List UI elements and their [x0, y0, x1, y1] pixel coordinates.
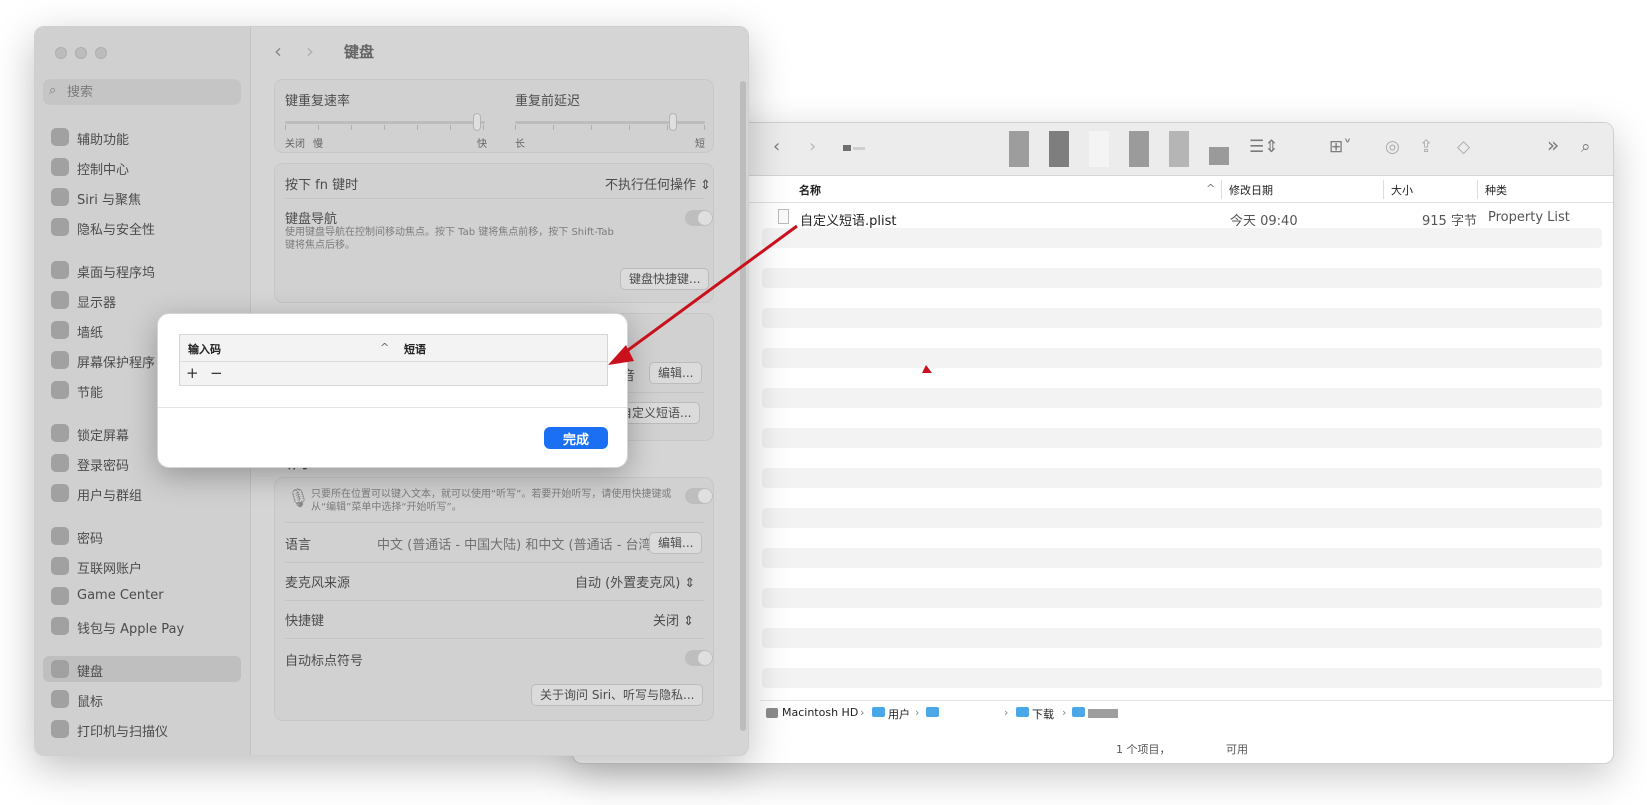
folder-title-redacted-2 [853, 147, 865, 150]
folder-icon [1072, 707, 1085, 717]
disk-icon [766, 708, 778, 718]
col-phrase[interactable]: 短语 [404, 341, 426, 357]
group-icon[interactable]: ⊞˅ [1329, 137, 1352, 157]
col-modified[interactable]: 修改日期 [1229, 182, 1273, 198]
replacement-table[interactable]: 输入码 ^ 短语 + − [179, 334, 608, 386]
add-button[interactable]: + [186, 364, 199, 382]
file-size: 915 字节 [1422, 214, 1477, 229]
airdrop-icon[interactable]: ◎ [1385, 137, 1400, 157]
plist-file-icon [778, 209, 789, 224]
redacted-block [1129, 131, 1149, 167]
path-users[interactable]: 用户 [888, 706, 910, 722]
file-name: 自定义短语.plist [800, 214, 897, 229]
remove-button[interactable]: − [210, 364, 223, 382]
done-button[interactable]: 完成 [544, 427, 608, 449]
share-icon[interactable]: ⇪ [1419, 137, 1433, 157]
file-kind: Property List [1488, 210, 1570, 225]
search-icon[interactable]: ⌕ [1581, 137, 1591, 157]
col-size[interactable]: 大小 [1391, 182, 1413, 198]
table-row[interactable]: 自定义短语.plist 今天 09:40 915 字节 Property Lis… [762, 208, 1602, 229]
folder-icon [872, 707, 885, 717]
path-downloads[interactable]: 下载 [1032, 706, 1054, 722]
redacted-block [1009, 131, 1029, 167]
redacted-folder-name [1088, 709, 1118, 718]
more-icon[interactable]: » [1547, 135, 1559, 155]
sort-chevron-icon: ^ [1206, 182, 1216, 195]
path-disk[interactable]: Macintosh HD [782, 706, 858, 719]
sort-chevron-icon: ^ [380, 341, 390, 354]
forward-icon[interactable]: › [809, 137, 816, 157]
col-name[interactable]: 名称 [799, 182, 821, 198]
status-items: 1 个项目， [1116, 743, 1171, 756]
path-bar: Macintosh HD › 用户 › › 下载 › [760, 701, 1612, 727]
file-modified: 今天 09:40 [1230, 214, 1298, 229]
folder-icon [1016, 707, 1029, 717]
redacted-block [1209, 147, 1229, 165]
folder-title-redacted [843, 145, 851, 151]
col-kind[interactable]: 种类 [1485, 182, 1507, 198]
redacted-block [1089, 131, 1109, 167]
redacted-block [1049, 131, 1069, 167]
folder-icon [926, 707, 939, 717]
status-available: 可用 [1226, 743, 1248, 756]
redacted-block [1169, 131, 1189, 167]
status-bar: 1 个项目， 可用 [760, 736, 1612, 762]
back-icon[interactable]: ‹ [773, 137, 780, 157]
col-input-code[interactable]: 输入码 [188, 341, 221, 357]
text-replacement-dialog: 输入码 ^ 短语 + − 完成 [157, 313, 628, 468]
list-view-icon[interactable]: ☰⇕ [1249, 137, 1278, 157]
tag-icon[interactable]: ◇ [1457, 137, 1470, 157]
